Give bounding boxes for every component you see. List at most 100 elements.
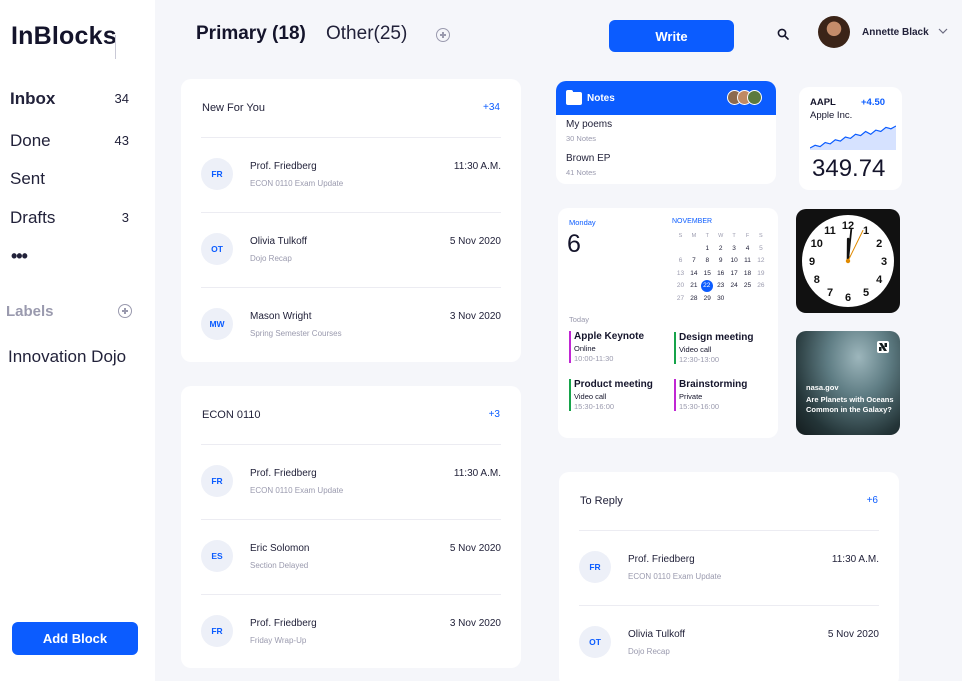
mail-subject: Friday Wrap-Up (250, 636, 307, 645)
clock-icon: 1234567891011 12 (809, 220, 887, 304)
calendar-date[interactable]: 30 (714, 293, 727, 305)
calendar-date[interactable]: 23 (714, 280, 727, 292)
clock-widget[interactable]: 1 2 3 4 5 6 7 8 9 10 11 12 (796, 209, 900, 313)
clock-numeral: 6 (845, 292, 851, 304)
event-type: Video call (574, 392, 607, 401)
calendar-date[interactable]: 9 (714, 255, 727, 267)
calendar-date[interactable]: 6 (674, 255, 687, 267)
calendar-date[interactable]: 24 (728, 280, 741, 292)
calendar-event[interactable]: Brainstorming Private 15:30-16:00 (674, 379, 769, 411)
mail-row[interactable]: FR Prof. Friedberg ECON 0110 Exam Update… (201, 444, 501, 519)
search-icon[interactable] (777, 28, 789, 40)
clock-numeral: 10 (811, 238, 823, 250)
calendar-date[interactable]: 27 (674, 293, 687, 305)
stock-widget[interactable]: AAPL +4.50 Apple Inc. 349.74 (799, 87, 902, 190)
note-folder-item[interactable]: My poems 30 Notes (566, 119, 612, 143)
sender-avatar: FR (579, 551, 611, 583)
sidebar-item-label: Sent (10, 169, 45, 188)
calendar-date[interactable]: 13 (674, 268, 687, 280)
mail-row[interactable]: ES Eric Solomon Section Delayed 5 Nov 20… (201, 519, 501, 594)
mail-row[interactable]: FR Prof. Friedberg Friday Wrap-Up 3 Nov … (201, 594, 501, 669)
mail-row[interactable]: OT Olivia Tulkoff Dojo Recap 5 Nov 2020 (579, 605, 879, 680)
add-block-button[interactable]: Add Block (12, 622, 138, 655)
card-count-badge[interactable]: +6 (867, 495, 878, 506)
card-count-badge[interactable]: +34 (483, 102, 500, 113)
event-color-bar (569, 379, 571, 411)
calendar-date[interactable]: 29 (701, 293, 714, 305)
mail-card-new-for-you: New For You +34 FR Prof. Friedberg ECON … (181, 79, 521, 362)
calendar-date[interactable]: 26 (754, 280, 767, 292)
note-folder-count: 30 Notes (566, 134, 597, 143)
stock-symbol: AAPL (810, 97, 836, 108)
calendar-date[interactable]: 8 (701, 255, 714, 267)
tab-other[interactable]: Other(25) (326, 23, 407, 45)
calendar-date[interactable]: 28 (687, 293, 700, 305)
sidebar-item-sent[interactable]: Sent (10, 169, 135, 195)
more-menu-button[interactable]: ••• (11, 246, 28, 267)
calendar-date[interactable]: 16 (714, 268, 727, 280)
write-button[interactable]: Write (609, 20, 734, 52)
stock-change: +4.50 (861, 97, 886, 108)
label-item-innovation-dojo[interactable]: Innovation Dojo (8, 347, 126, 367)
sidebar-item-done[interactable]: Done 43 (10, 131, 135, 157)
sender-avatar: OT (201, 233, 233, 265)
calendar-date[interactable]: 15 (701, 268, 714, 280)
note-folder-count: 41 Notes (566, 168, 597, 177)
calendar-date[interactable]: 25 (741, 280, 754, 292)
mail-time: 11:30 A.M. (831, 554, 879, 565)
calendar-date[interactable]: 22 (700, 280, 713, 293)
calendar-date[interactable]: 1 (701, 243, 714, 255)
clock-numeral: 3 (881, 256, 887, 268)
sidebar-item-inbox[interactable]: Inbox 34 (10, 89, 135, 115)
calendar-date[interactable]: 2 (714, 243, 727, 255)
note-folder-item[interactable]: Brown EP 41 Notes (566, 153, 610, 177)
stock-company-name: Apple Inc. (810, 110, 853, 121)
mail-row[interactable]: MW Mason Wright Spring Semester Courses … (201, 287, 501, 362)
sender-name: Mason Wright (250, 311, 312, 322)
calendar-date[interactable]: 3 (728, 243, 741, 255)
mail-time: 11:30 A.M. (453, 468, 501, 479)
calendar-date[interactable]: 5 (754, 243, 767, 255)
mail-subject: ECON 0110 Exam Update (628, 572, 722, 581)
calendar-date[interactable]: 11 (741, 255, 754, 267)
clock-numeral: 8 (814, 274, 820, 286)
calendar-date[interactable]: 18 (741, 268, 754, 280)
clock-numeral: 4 (876, 274, 883, 286)
sender-name: Prof. Friedberg (628, 554, 695, 565)
tab-primary[interactable]: Primary (18) (196, 23, 306, 45)
mail-subject: Dojo Recap (250, 254, 292, 263)
calendar-event[interactable]: Apple Keynote Online 10:00-11:30 (569, 331, 664, 363)
calendar-date[interactable]: 21 (687, 280, 700, 292)
chevron-down-icon[interactable] (938, 26, 948, 36)
calendar-event[interactable]: Design meeting Video call 12:30-13:00 (674, 332, 769, 364)
user-name[interactable]: Annette Black (862, 27, 929, 38)
mail-card-to-reply: To Reply +6 FR Prof. Friedberg ECON 0110… (559, 472, 899, 681)
calendar-widget[interactable]: Monday 6 NOVEMBER S M T W T F S 1 2 3 4 5 6 7 8 9 10 11 12… (558, 208, 778, 438)
calendar-date[interactable]: 17 (728, 268, 741, 280)
event-time: 10:00-11:30 (574, 354, 614, 363)
add-circle-icon[interactable] (436, 28, 450, 42)
avatar (747, 90, 762, 105)
calendar-date[interactable]: 14 (687, 268, 700, 280)
clock-face: 1 2 3 4 5 6 7 8 9 10 11 12 (802, 215, 894, 307)
card-count-badge[interactable]: +3 (489, 409, 500, 420)
calendar-date[interactable]: 10 (728, 255, 741, 267)
mail-time: 3 Nov 2020 (449, 618, 501, 629)
clock-numeral: 2 (876, 238, 882, 250)
calendar-date[interactable]: 12 (754, 255, 767, 267)
card-title: To Reply (580, 495, 623, 507)
mail-row[interactable]: FR Prof. Friedberg ECON 0110 Exam Update… (201, 137, 501, 212)
mail-row[interactable]: OT Olivia Tulkoff Dojo Recap 5 Nov 2020 (201, 212, 501, 287)
calendar-date[interactable]: 20 (674, 280, 687, 292)
calendar-date[interactable]: 7 (687, 255, 700, 267)
mail-row[interactable]: FR Prof. Friedberg ECON 0110 Exam Update… (579, 530, 879, 605)
calendar-event[interactable]: Product meeting Video call 15:30-16:00 (569, 379, 664, 411)
notes-widget[interactable]: Notes My poems 30 Notes Brown EP 41 Note… (556, 81, 776, 184)
avatar[interactable] (818, 16, 850, 48)
add-label-icon[interactable] (118, 304, 132, 318)
calendar-weekday: W (718, 233, 724, 239)
news-widget[interactable]: nasa.gov Are Planets with Oceans Common … (796, 331, 900, 435)
sidebar-item-drafts[interactable]: Drafts 3 (10, 208, 135, 234)
calendar-date[interactable]: 19 (754, 268, 767, 280)
calendar-date[interactable]: 4 (741, 243, 754, 255)
